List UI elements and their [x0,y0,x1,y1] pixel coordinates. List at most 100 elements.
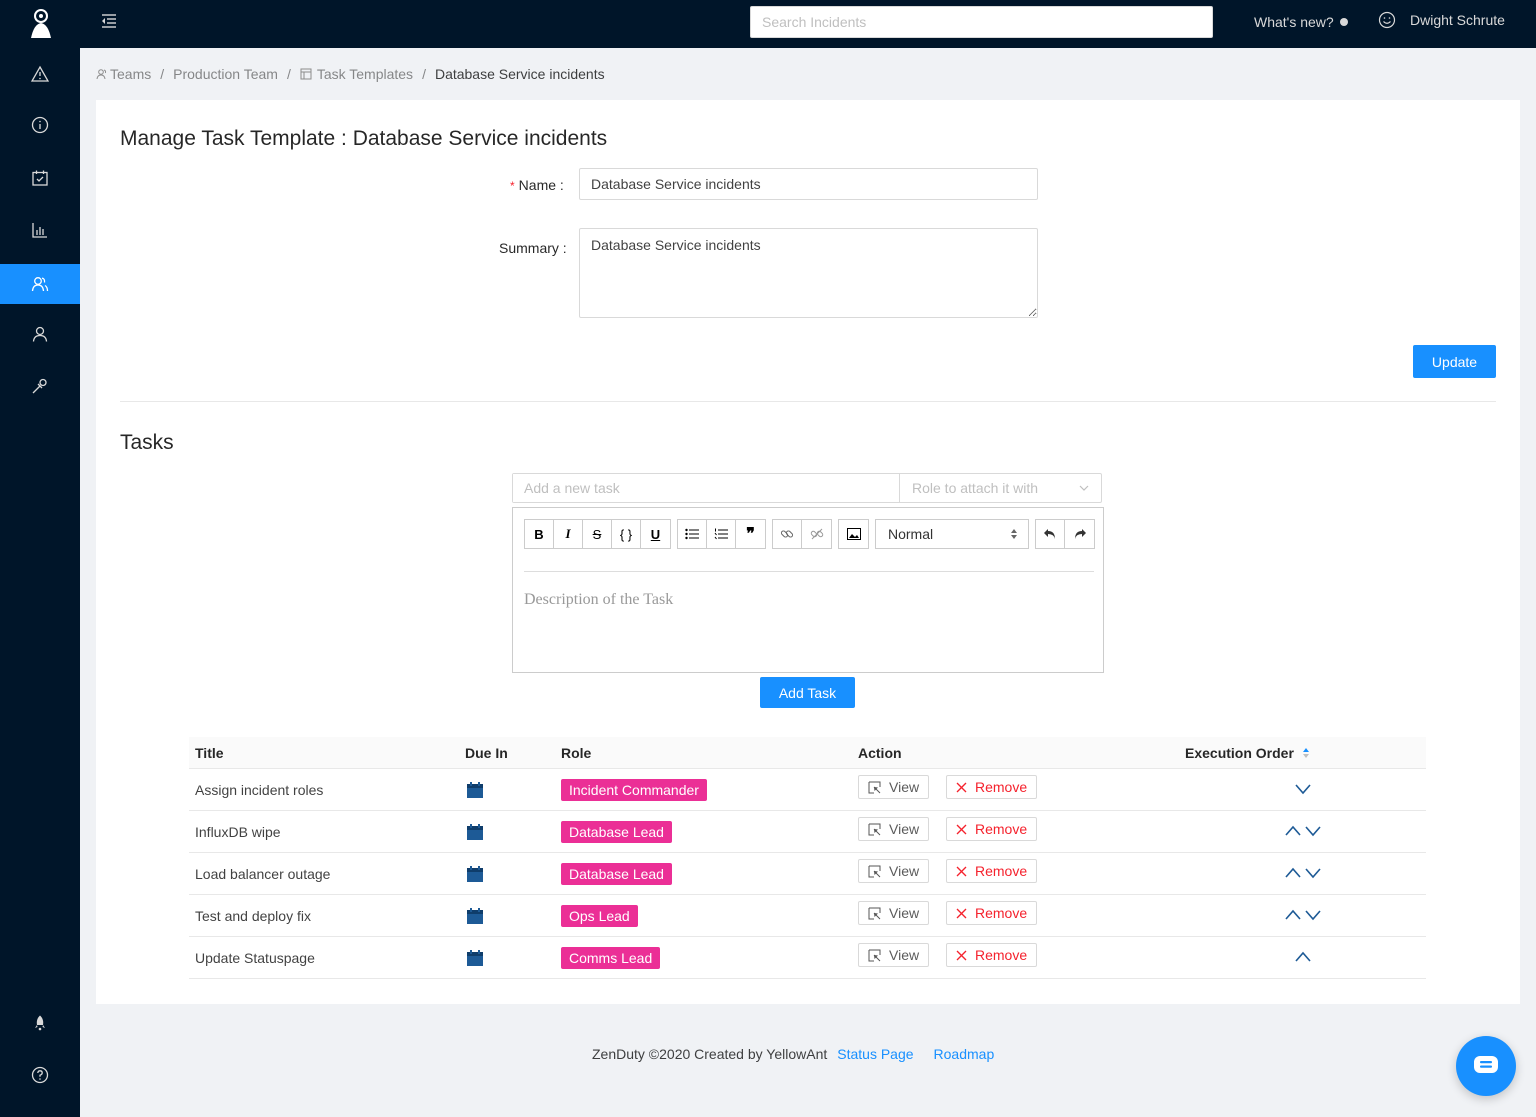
page-title: Manage Task Template : Database Service … [120,127,608,150]
role-tag: Database Lead [561,863,672,885]
add-task-button[interactable]: Add Task [760,677,855,708]
user-menu[interactable]: Dwight Schrute [1378,11,1505,29]
role-select[interactable]: Role to attach it with [900,474,1101,502]
help-circle-icon [31,1066,49,1084]
task-description-editor[interactable]: B I S { } U ❞ Normal Description of the … [512,507,1104,673]
name-input[interactable] [579,168,1038,200]
status-page-link[interactable]: Status Page [837,1046,913,1062]
move-down-icon[interactable] [1304,907,1322,923]
sidebar-item-user[interactable] [0,314,80,354]
calendar-check-icon [32,170,48,186]
view-icon [868,907,881,919]
view-button[interactable]: View [858,943,930,967]
breadcrumb: Teams / Production Team / Task Templates… [96,66,605,82]
move-down-icon[interactable] [1294,781,1312,797]
image-group [838,519,869,549]
zenduty-logo-icon[interactable] [28,8,54,40]
search-input[interactable] [750,6,1213,38]
footer-copyright: ZenDuty ©2020 Created by YellowAnt [592,1046,828,1062]
view-label: View [889,947,920,963]
move-up-icon[interactable] [1284,907,1302,923]
move-up-icon[interactable] [1284,865,1302,881]
calendar-icon[interactable] [466,949,484,967]
chat-launcher-button[interactable] [1456,1036,1516,1096]
move-down-icon[interactable] [1304,823,1322,839]
task-title: Test and deploy fix [195,907,311,924]
redo-button[interactable] [1065,520,1094,548]
unlink-button[interactable] [802,520,831,548]
image-button[interactable] [839,520,868,548]
info-circle-icon [31,116,49,134]
new-task-input[interactable] [513,474,900,502]
view-label: View [889,905,920,921]
section-divider [120,401,1496,402]
view-button[interactable]: View [858,859,930,883]
calendar-icon[interactable] [466,865,484,883]
calendar-icon[interactable] [466,781,484,799]
blockquote-button[interactable]: ❞ [736,520,765,548]
bold-button[interactable]: B [525,520,554,548]
bullet-list-button[interactable] [678,520,707,548]
user-icon [32,326,48,342]
calendar-icon[interactable] [466,823,484,841]
editor-toolbar: B I S { } U ❞ Normal [524,519,1101,549]
tasks-table: Title Due In Role Action Execution Order… [189,737,1426,979]
code-button[interactable]: { } [612,520,641,548]
view-button[interactable]: View [858,901,930,925]
breadcrumb-templates[interactable]: Task Templates [317,66,413,82]
move-up-icon[interactable] [1294,949,1312,965]
calendar-icon[interactable] [466,907,484,925]
link-icon [780,530,794,538]
view-label: View [889,863,920,879]
breadcrumb-team[interactable]: Production Team [173,66,278,82]
strikethrough-button[interactable]: S [583,520,612,548]
sidebar-item-notifications[interactable] [0,1003,80,1043]
execution-order-controls [1284,907,1322,927]
remove-button[interactable]: Remove [946,943,1038,967]
view-button[interactable]: View [858,817,930,841]
sidebar-item-teams[interactable] [0,264,80,304]
alert-triangle-icon [31,65,49,82]
ordered-list-button[interactable] [707,520,736,548]
header-order[interactable]: Execution Order [1185,737,1310,768]
underline-button[interactable]: U [641,520,670,548]
move-down-icon[interactable] [1304,865,1322,881]
block-type-value: Normal [888,526,934,542]
execution-order-controls [1294,949,1312,969]
execution-order-controls [1284,865,1322,885]
ordered-list-icon [714,528,728,540]
sidebar-item-incidents[interactable] [0,54,80,94]
remove-button[interactable]: Remove [946,817,1038,841]
link-button[interactable] [773,520,802,548]
view-button[interactable]: View [858,775,930,799]
remove-label: Remove [975,947,1028,963]
breadcrumb-separator: / [422,66,426,82]
undo-button[interactable] [1036,520,1065,548]
block-type-select[interactable]: Normal [875,519,1029,549]
whats-new-link[interactable]: What's new? [1254,14,1348,30]
sidebar-item-schedules[interactable] [0,158,80,198]
chat-icon [1474,1056,1498,1073]
move-up-icon[interactable] [1284,823,1302,839]
remove-button[interactable]: Remove [946,859,1038,883]
close-icon [956,908,967,918]
breadcrumb-teams[interactable]: Teams [110,66,151,82]
remove-button[interactable]: Remove [946,775,1038,799]
template-icon [300,68,312,80]
sidebar-item-help[interactable] [0,1055,80,1095]
roadmap-link[interactable]: Roadmap [934,1046,995,1062]
breadcrumb-separator: / [160,66,165,82]
menu-fold-icon[interactable] [100,12,118,30]
sidebar-item-info[interactable] [0,105,80,145]
sidebar-item-analytics[interactable] [0,210,80,250]
sidebar-item-integrations[interactable] [0,366,80,406]
chevron-down-icon [1079,485,1089,491]
remove-button[interactable]: Remove [946,901,1038,925]
table-body: Assign incident roles Incident Commander V… [189,769,1426,979]
italic-button[interactable]: I [554,520,583,548]
execution-order-controls [1284,823,1322,843]
view-label: View [889,821,920,837]
sidebar [0,0,80,1117]
update-button[interactable]: Update [1413,345,1496,378]
summary-textarea[interactable] [579,228,1038,318]
